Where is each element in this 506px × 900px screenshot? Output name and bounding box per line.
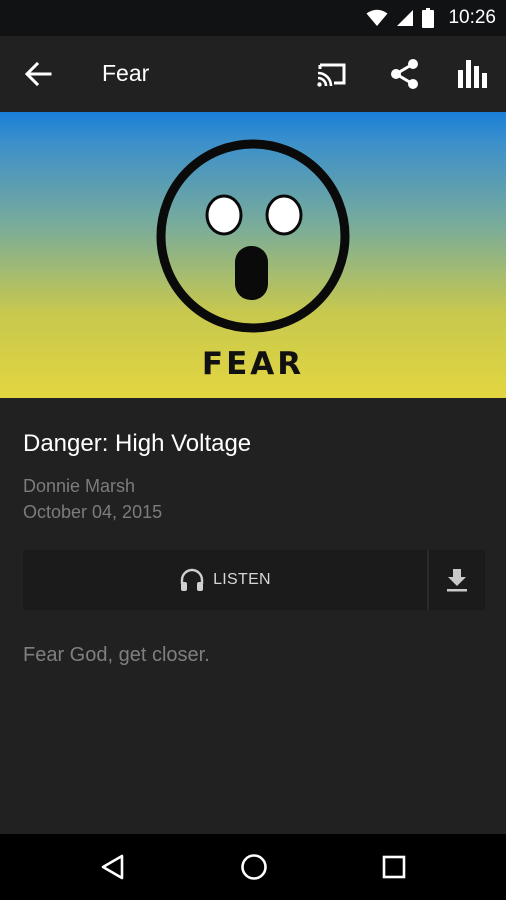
back-arrow-icon[interactable] [22, 58, 54, 90]
shocked-face-icon [156, 139, 350, 333]
home-circle-icon[interactable] [238, 851, 270, 883]
wifi-icon [366, 9, 388, 26]
artwork-label: FEAR [201, 346, 305, 382]
episode-description: Fear God, get closer. [23, 644, 210, 666]
battery-icon [422, 8, 435, 28]
episode-info: Danger: High Voltage Donnie Marsh Octobe… [23, 430, 251, 523]
app-bar: Fear [0, 36, 506, 112]
cast-icon[interactable] [314, 56, 350, 92]
download-icon [447, 569, 467, 592]
recents-square-icon[interactable] [378, 851, 410, 883]
status-time: 10:26 [448, 7, 496, 28]
episode-date: October 04, 2015 [23, 502, 163, 522]
listen-label: LISTEN [213, 571, 271, 588]
episode-artwork: FEAR [0, 112, 506, 398]
status-bar: 10:26 [0, 0, 506, 36]
cell-signal-icon [397, 10, 414, 26]
share-icon[interactable] [387, 56, 423, 92]
equalizer-icon[interactable] [456, 56, 492, 92]
episode-title: Danger: High Voltage [23, 430, 252, 457]
episode-author: Donnie Marsh [23, 476, 136, 496]
page-title: Fear [102, 60, 150, 86]
download-button[interactable] [429, 550, 485, 610]
back-triangle-icon[interactable] [97, 851, 129, 883]
episode-actions: LISTEN [23, 550, 485, 610]
system-nav-bar [0, 834, 506, 900]
headphones-icon [180, 568, 204, 591]
listen-button[interactable]: LISTEN [23, 550, 427, 610]
